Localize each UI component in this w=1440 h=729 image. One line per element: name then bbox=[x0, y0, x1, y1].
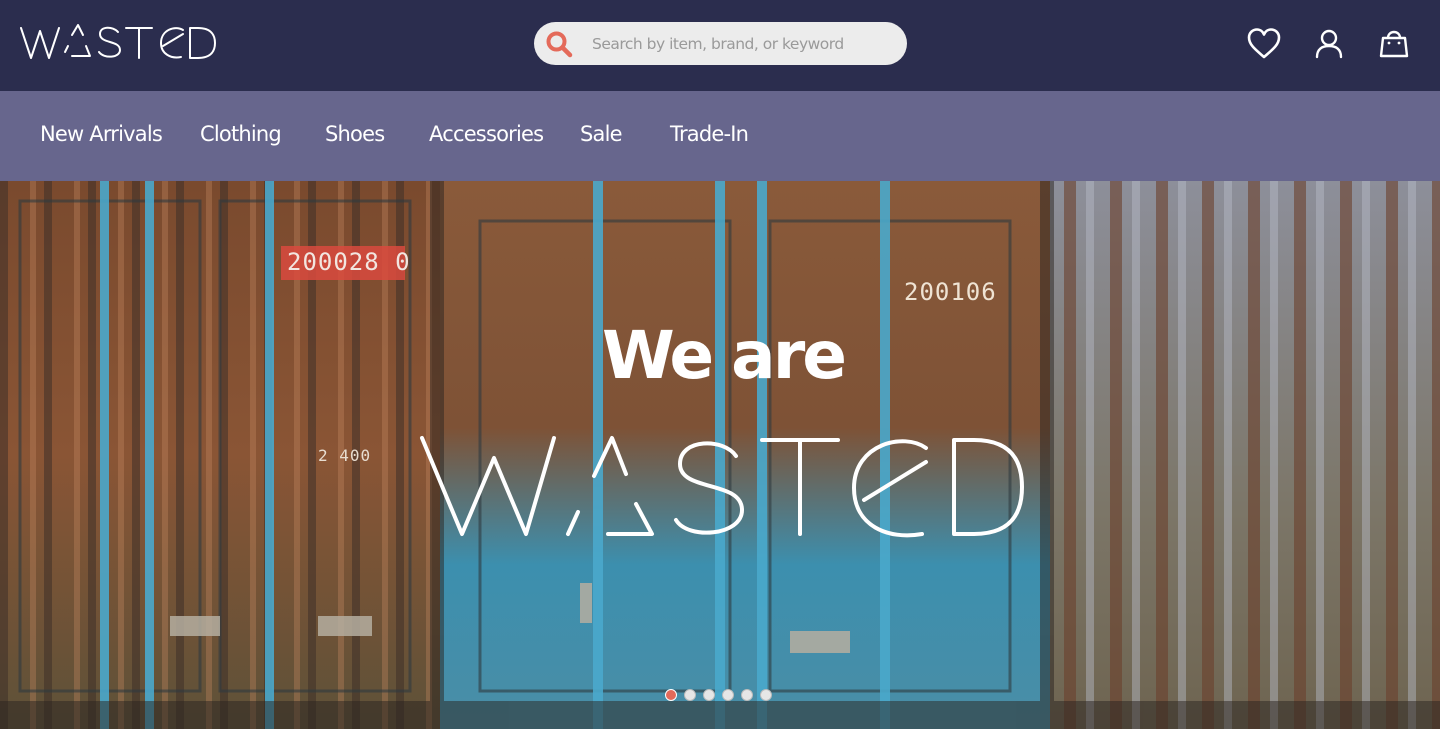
nav-item-new-arrivals[interactable]: New Arrivals bbox=[40, 122, 163, 146]
hero-banner: 200028 0 200106 2 400 We are bbox=[0, 181, 1440, 729]
container-number: 200028 0 bbox=[287, 248, 411, 276]
nav-item-clothing[interactable]: Clothing bbox=[200, 122, 282, 146]
carousel-dot[interactable] bbox=[722, 689, 734, 701]
carousel-dot[interactable] bbox=[741, 689, 753, 701]
hero-title: We are bbox=[601, 317, 847, 394]
container-number: 200106 bbox=[904, 278, 997, 306]
nav-item-accessories[interactable]: Accessories bbox=[429, 122, 544, 146]
carousel-dot[interactable] bbox=[665, 689, 677, 701]
wasted-logo[interactable] bbox=[20, 22, 216, 62]
carousel-dots bbox=[665, 689, 772, 701]
search-icon[interactable] bbox=[545, 30, 573, 58]
nav-item-shoes[interactable]: Shoes bbox=[325, 122, 385, 146]
carousel-dot[interactable] bbox=[703, 689, 715, 701]
hero-wasted-logo bbox=[420, 436, 1024, 538]
container-number: 2 400 bbox=[318, 446, 372, 465]
main-nav: New Arrivals Clothing Shoes Accessories … bbox=[0, 91, 1440, 181]
search-bar[interactable] bbox=[534, 22, 907, 65]
bag-icon[interactable] bbox=[1376, 26, 1412, 62]
heart-icon[interactable] bbox=[1246, 26, 1282, 62]
nav-item-trade-in[interactable]: Trade-In bbox=[670, 122, 749, 146]
site-header bbox=[0, 0, 1440, 91]
carousel-dot[interactable] bbox=[760, 689, 772, 701]
user-icon[interactable] bbox=[1311, 26, 1347, 62]
search-input[interactable] bbox=[592, 28, 892, 59]
carousel-dot[interactable] bbox=[684, 689, 696, 701]
nav-item-sale[interactable]: Sale bbox=[580, 122, 623, 146]
